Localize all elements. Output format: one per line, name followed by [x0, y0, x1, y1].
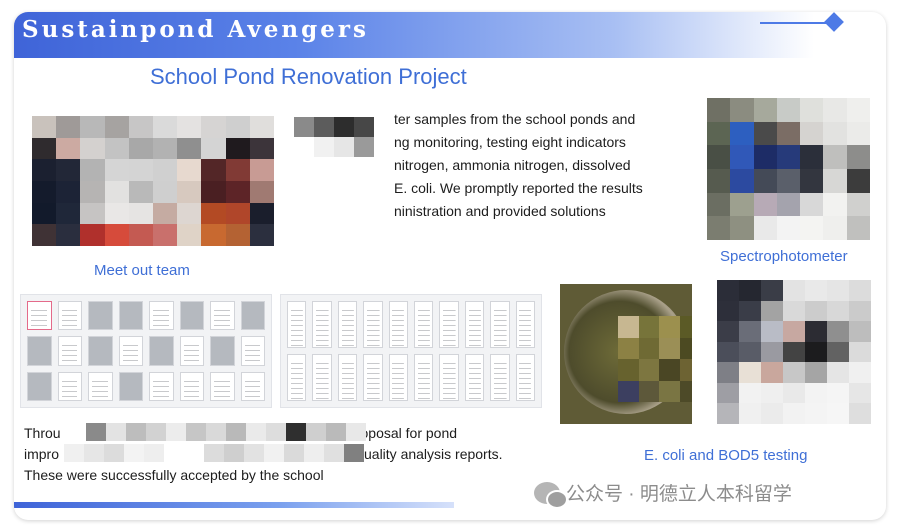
proposal-pages-thumbnails	[20, 294, 272, 408]
text-line: These were successfully accepted by the …	[24, 467, 324, 483]
document-page	[337, 301, 358, 348]
document-page	[118, 301, 143, 331]
document-page	[210, 301, 235, 331]
document-page	[179, 336, 204, 366]
document-page	[27, 301, 52, 331]
document-page	[240, 301, 265, 331]
document-page	[88, 371, 113, 401]
slide-title: Sustainpond Avengers	[22, 16, 369, 43]
document-page	[149, 336, 174, 366]
document-page	[149, 301, 174, 331]
title-banner: Sustainpond Avengers	[14, 12, 814, 58]
team-caption: Meet out team	[94, 262, 190, 279]
document-page	[27, 336, 52, 366]
document-page	[179, 301, 204, 331]
text-line: ng monitoring, testing eight indicators	[394, 134, 626, 150]
document-page	[287, 301, 307, 348]
text-line: ter samples from the school ponds and	[394, 111, 636, 127]
document-page	[363, 301, 383, 348]
document-page	[240, 371, 265, 401]
document-page	[88, 336, 113, 366]
document-page	[149, 371, 174, 401]
document-page	[515, 301, 535, 348]
slide: Sustainpond Avengers School Pond Renovat…	[14, 12, 886, 520]
document-page	[210, 336, 235, 366]
document-page	[388, 354, 408, 401]
ecoli-caption: E. coli and BOD5 testing	[644, 447, 808, 464]
text-line: nitrogen, ammonia nitrogen, dissolved	[394, 157, 631, 173]
redaction-block	[294, 117, 374, 157]
document-page	[490, 301, 510, 348]
diamond-icon	[824, 12, 844, 32]
document-page	[439, 301, 459, 348]
document-page	[240, 336, 265, 366]
document-page	[464, 301, 485, 348]
document-page	[179, 371, 204, 401]
text-line: ninistration and provided solutions	[394, 203, 606, 219]
document-page	[388, 301, 408, 348]
document-page	[490, 354, 510, 401]
document-page	[57, 336, 82, 366]
document-page	[515, 354, 535, 401]
proposal-description: Throuut the process, I authored an 8,000…	[24, 423, 524, 486]
document-page	[363, 354, 383, 401]
document-page	[312, 354, 332, 401]
text-line: E. coli. We promptly reported the result…	[394, 180, 643, 196]
document-page	[27, 371, 52, 401]
document-page	[57, 371, 82, 401]
document-page	[312, 301, 332, 348]
document-page	[464, 354, 485, 401]
document-page	[88, 301, 113, 331]
bod5-testing-photo	[717, 280, 871, 424]
decorative-line	[760, 22, 830, 24]
petri-dish-photo	[560, 284, 692, 424]
report-pages-thumbnails	[280, 294, 542, 408]
watermark-text: 公众号 · 明德立人本科留学	[566, 484, 792, 505]
document-page	[439, 354, 459, 401]
text-line: impro uality analysis reports.	[24, 444, 503, 462]
footer-accent-bar	[14, 502, 454, 508]
document-page	[413, 354, 434, 401]
spectrophotometer-caption: Spectrophotometer	[720, 248, 848, 265]
document-page	[210, 371, 235, 401]
team-photo	[32, 116, 274, 246]
document-page	[118, 371, 143, 401]
document-page	[287, 354, 307, 401]
project-subtitle: School Pond Renovation Project	[150, 64, 467, 89]
document-page	[413, 301, 434, 348]
document-page	[337, 354, 358, 401]
text-line: Throuut the process, I authored an 8,000…	[24, 423, 458, 441]
monitoring-description: ter samples from the school ponds and ng…	[394, 108, 643, 223]
spectrophotometer-photo	[707, 98, 870, 240]
document-page	[57, 301, 82, 331]
watermark: 公众号 · 明德立人本科留学	[534, 479, 792, 509]
wechat-icon	[534, 481, 568, 509]
document-page	[118, 336, 143, 366]
